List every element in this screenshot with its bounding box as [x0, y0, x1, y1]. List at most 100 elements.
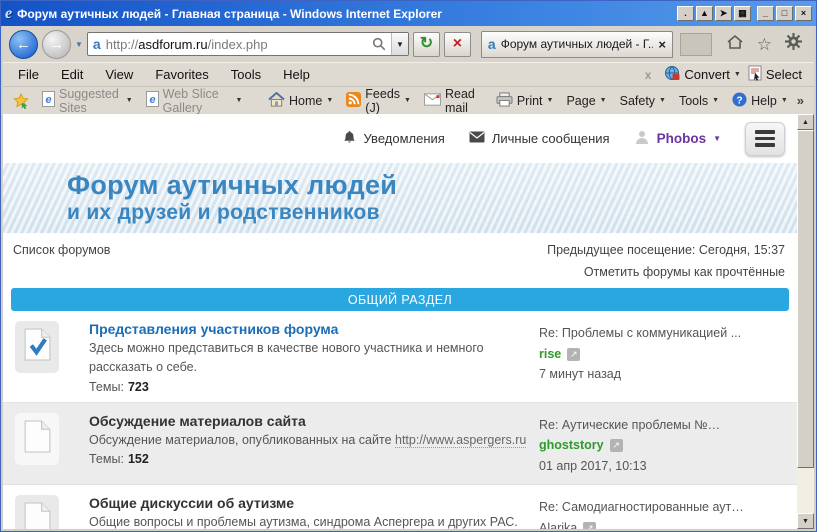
goto-last-post-icon[interactable]: ↗ — [583, 522, 597, 529]
favbar-print[interactable]: Print ▼ — [492, 91, 558, 110]
util-dot-button[interactable]: . — [677, 6, 694, 21]
util-pin-button[interactable]: ➤ — [715, 6, 732, 21]
url-scheme: http:// — [105, 36, 139, 52]
feeds-dropdown-icon[interactable]: ▼ — [404, 97, 411, 104]
menu-tools[interactable]: Tools — [220, 67, 272, 82]
goto-last-post-icon[interactable]: ↗ — [567, 347, 581, 361]
tab-forum[interactable]: a Форум аутичных людей - Г... × — [480, 30, 673, 58]
select-button[interactable]: Select — [748, 65, 802, 84]
last-post-subject[interactable]: Re: Самодиагностированные аут… — [539, 497, 789, 518]
tab-favicon: a — [487, 36, 496, 52]
last-post-author[interactable]: Alarika — [539, 521, 577, 529]
close-button[interactable]: × — [795, 6, 812, 21]
favbar-overflow-chevron[interactable]: » — [797, 93, 808, 108]
favbar-home[interactable]: Home ▼ — [264, 91, 337, 110]
menu-view[interactable]: View — [94, 67, 144, 82]
refresh-button[interactable]: ↻ — [412, 31, 440, 57]
favbar-feeds[interactable]: Feeds (J) ▼ — [342, 87, 415, 115]
add-favorite-button[interactable] — [9, 92, 33, 109]
favbar-web-slice-gallery[interactable]: e Web Slice Gallery ▼ — [142, 87, 247, 115]
forum-last-post: Re: Самодиагностированные аут… Alarika ↗ … — [539, 495, 789, 529]
suggested-dropdown-icon[interactable]: ▼ — [126, 97, 133, 104]
stop-button[interactable]: × — [443, 31, 471, 57]
url-dropdown-button[interactable]: ▼ — [390, 33, 408, 55]
forum-banner: Форум аутичных людей и их друзей и родст… — [3, 163, 797, 233]
forum-title-link[interactable]: Представления участников форума — [89, 321, 529, 337]
select-label: Select — [765, 67, 802, 82]
favbar-tools[interactable]: Tools ▼ — [675, 94, 723, 108]
menu-help[interactable]: Help — [272, 67, 321, 82]
category-header[interactable]: ОБЩИЙ РАЗДЕЛ — [11, 288, 789, 311]
last-post-author[interactable]: ghoststory — [539, 438, 604, 452]
scroll-up-button[interactable]: ▲ — [797, 114, 814, 130]
url-text[interactable]: http://asdforum.ru/index.php — [106, 37, 367, 52]
forum-row: Обсуждение материалов сайта Обсуждение м… — [3, 401, 797, 485]
favbar-help[interactable]: ? Help ▼ — [728, 91, 792, 110]
new-tab-button[interactable] — [679, 32, 712, 56]
toolbar-close-icon[interactable]: x — [645, 68, 652, 82]
forum-title-link[interactable]: Общие дискуссии об аутизме — [89, 495, 529, 511]
help-dropdown-icon[interactable]: ▼ — [781, 97, 788, 104]
forum-last-post: Re: Аутические проблемы №… ghoststory ↗ 0… — [539, 413, 789, 477]
url-field[interactable]: a http://asdforum.ru/index.php ▼ — [86, 32, 409, 56]
hamburger-menu-button[interactable] — [745, 121, 785, 156]
settings-gear-icon[interactable] — [785, 33, 802, 55]
vertical-scrollbar[interactable]: ▲ ▼ — [797, 114, 814, 529]
scroll-down-button[interactable]: ▼ — [797, 513, 814, 529]
last-post-author[interactable]: rise — [539, 347, 561, 361]
favorites-star-icon[interactable]: ☆ — [757, 36, 772, 53]
convert-dropdown-icon[interactable]: ▼ — [734, 71, 741, 78]
safety-label: Safety — [619, 93, 656, 108]
tools-dropdown-icon[interactable]: ▼ — [712, 97, 719, 104]
messages-label: Личные сообщения — [491, 131, 610, 146]
page-dropdown-icon[interactable]: ▼ — [600, 97, 607, 104]
notifications-link[interactable]: Уведомления — [342, 130, 445, 148]
scrollbar-thumb[interactable] — [797, 130, 814, 468]
convert-globe-icon — [664, 65, 680, 84]
forum-description: Обсуждение материалов, опубликованных на… — [89, 431, 529, 450]
goto-last-post-icon[interactable]: ↗ — [609, 439, 623, 453]
favbar-safety[interactable]: Safety ▼ — [616, 94, 670, 108]
forum-title-link[interactable]: Обсуждение материалов сайта — [89, 413, 529, 429]
printer-icon — [496, 91, 513, 110]
page-label: Page — [566, 93, 596, 108]
private-messages-link[interactable]: Личные сообщения — [469, 131, 610, 146]
home-icon[interactable] — [726, 34, 744, 55]
search-icon[interactable] — [372, 37, 386, 51]
last-post-subject[interactable]: Re: Аутические проблемы №… — [539, 415, 789, 436]
aspergers-site-link[interactable]: http://www.aspergers.ru — [395, 432, 527, 448]
favbar-page[interactable]: Page ▼ — [562, 94, 610, 108]
util-rollup-button[interactable]: ▲ — [696, 6, 713, 21]
breadcrumb-forum-list[interactable]: Список форумов — [13, 243, 110, 257]
envelope-icon — [469, 131, 485, 146]
favbar-read-mail[interactable]: Read mail — [420, 87, 487, 115]
home-dropdown-icon[interactable]: ▼ — [326, 97, 333, 104]
tab-close-icon[interactable]: × — [658, 37, 666, 52]
webslice-dropdown-icon[interactable]: ▼ — [235, 97, 242, 104]
forward-button[interactable]: → — [42, 29, 71, 59]
help-icon: ? — [732, 91, 747, 110]
convert-label: Convert — [684, 67, 730, 82]
menu-file[interactable]: File — [7, 67, 50, 82]
favbar-suggested-sites[interactable]: e Suggested Sites ▼ — [38, 87, 137, 115]
scrollbar-track[interactable] — [797, 468, 814, 513]
read-mail-label: Read mail — [444, 86, 475, 115]
minimize-button[interactable]: _ — [757, 6, 774, 21]
maximize-button[interactable]: □ — [776, 6, 793, 21]
print-label: Print — [516, 93, 543, 108]
util-grid-button[interactable]: ▦ — [734, 6, 751, 21]
convert-button[interactable]: Convert ▼ — [664, 65, 741, 84]
last-post-time: 7 минут назад — [539, 367, 622, 382]
url-path: /index.php — [207, 36, 268, 52]
document-icon — [24, 502, 51, 529]
last-post-subject[interactable]: Re: Проблемы с коммуникацией ... — [539, 323, 789, 344]
back-button[interactable]: ← — [9, 29, 38, 59]
menu-edit[interactable]: Edit — [50, 67, 94, 82]
mark-forums-read-link[interactable]: Отметить форумы как прочтённые — [3, 257, 797, 288]
user-menu[interactable]: Phobos ▼ — [634, 129, 721, 148]
menu-favorites[interactable]: Favorites — [144, 67, 219, 82]
topics-value: 723 — [127, 379, 149, 394]
safety-dropdown-icon[interactable]: ▼ — [659, 97, 666, 104]
print-dropdown-icon[interactable]: ▼ — [547, 97, 554, 104]
history-dropdown-icon[interactable]: ▼ — [75, 40, 83, 49]
